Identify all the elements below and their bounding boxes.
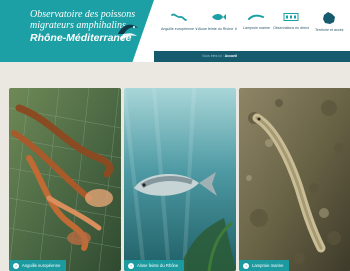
nav-label-alose: Alose feinte du Rhône ∨ xyxy=(198,26,238,31)
lamprey-photo xyxy=(239,88,350,271)
nav-label-observations: Observations en direct xyxy=(273,26,309,30)
logo-fish-icon xyxy=(118,24,138,40)
site-logo[interactable]: Observatoire des poissons migrateurs amp… xyxy=(0,0,154,62)
live-counter-icon xyxy=(283,13,299,21)
card-lamproie[interactable]: › Lamproie marine xyxy=(239,88,350,271)
eel-icon xyxy=(171,13,188,21)
chevron-down-icon: ∨ xyxy=(234,26,238,31)
france-map-icon xyxy=(323,12,336,24)
arrow-right-icon: › xyxy=(13,262,19,269)
breadcrumb-current[interactable]: Accueil xyxy=(225,54,237,58)
card-label-anguille[interactable]: › Anguille européenne xyxy=(9,260,67,271)
nav-item-territoire[interactable]: Territoire et accès xyxy=(315,12,343,32)
arrow-right-icon: › xyxy=(128,262,134,269)
eel-photo xyxy=(9,88,121,271)
lamprey-icon xyxy=(248,14,265,20)
breadcrumb: Vous êtes ici : Accueil xyxy=(202,54,238,58)
card-alose[interactable]: › Alose feinte du Rhône xyxy=(124,88,236,271)
nav-item-observations[interactable]: Observations en direct xyxy=(273,12,309,30)
nav-item-anguille[interactable]: Anguille européenne ∨ xyxy=(161,12,198,31)
logo-title-line2: migrateurs amphihalins xyxy=(30,20,126,31)
site-header: Observatoire des poissons migrateurs amp… xyxy=(0,0,350,62)
card-label-lamproie[interactable]: › Lamproie marine xyxy=(239,260,290,271)
nav-label-territoire: Territoire et accès xyxy=(315,28,344,32)
arrow-right-icon: › xyxy=(243,262,249,269)
nav-item-alose[interactable]: Alose feinte du Rhône ∨ xyxy=(198,12,237,31)
card-label-alose[interactable]: › Alose feinte du Rhône xyxy=(124,260,185,271)
nav-item-lamproie[interactable]: Lamproie marine xyxy=(243,12,270,30)
logo-title-line1: Observatoire des poissons xyxy=(30,9,136,20)
nav-label-lamproie: Lamproie marine xyxy=(243,26,270,30)
shad-icon xyxy=(211,14,226,20)
nav-label-anguille: Anguille européenne ∨ xyxy=(161,26,198,31)
breadcrumb-bar: Vous êtes ici : Accueil xyxy=(154,51,350,62)
card-anguille[interactable]: › Anguille européenne xyxy=(9,88,121,271)
shad-photo xyxy=(124,88,236,271)
